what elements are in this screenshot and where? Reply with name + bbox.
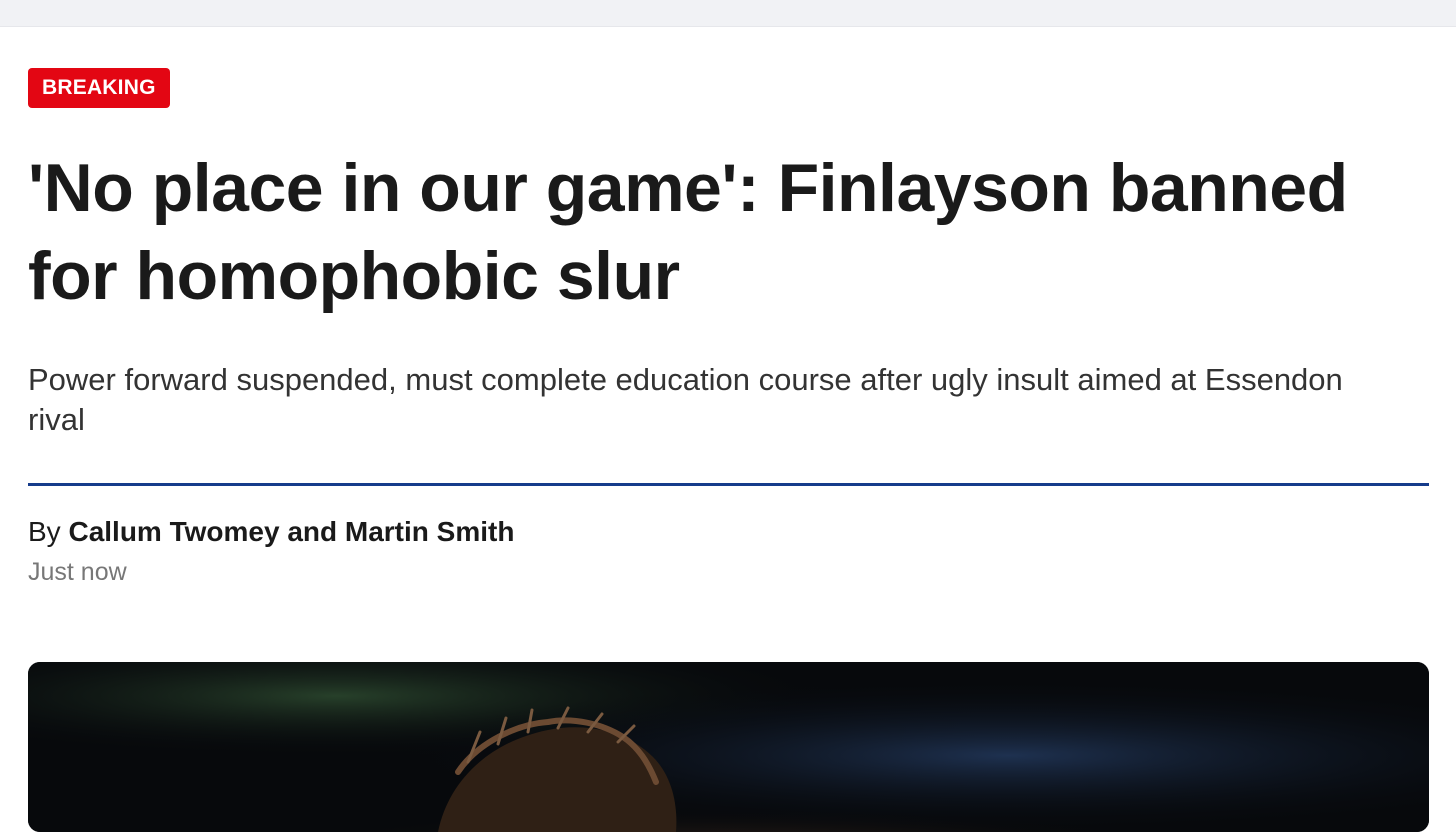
publish-timestamp: Just now [28,558,127,586]
byline-authors[interactable]: Callum Twomey and Martin Smith [68,516,514,547]
article-header: BREAKING 'No place in our game': Finlays… [28,68,1429,588]
article-headline: 'No place in our game': Finlayson banned… [28,150,1348,314]
breaking-badge: BREAKING [28,68,170,108]
byline-prefix: By [28,516,61,547]
article-standfirst: Power forward suspended, must complete e… [28,362,1343,437]
top-bar [0,0,1456,27]
hero-image[interactable] [28,662,1429,832]
byline: By Callum Twomey and Martin Smith [28,514,1429,550]
header-divider [28,483,1429,486]
hero-photo [28,662,1429,832]
